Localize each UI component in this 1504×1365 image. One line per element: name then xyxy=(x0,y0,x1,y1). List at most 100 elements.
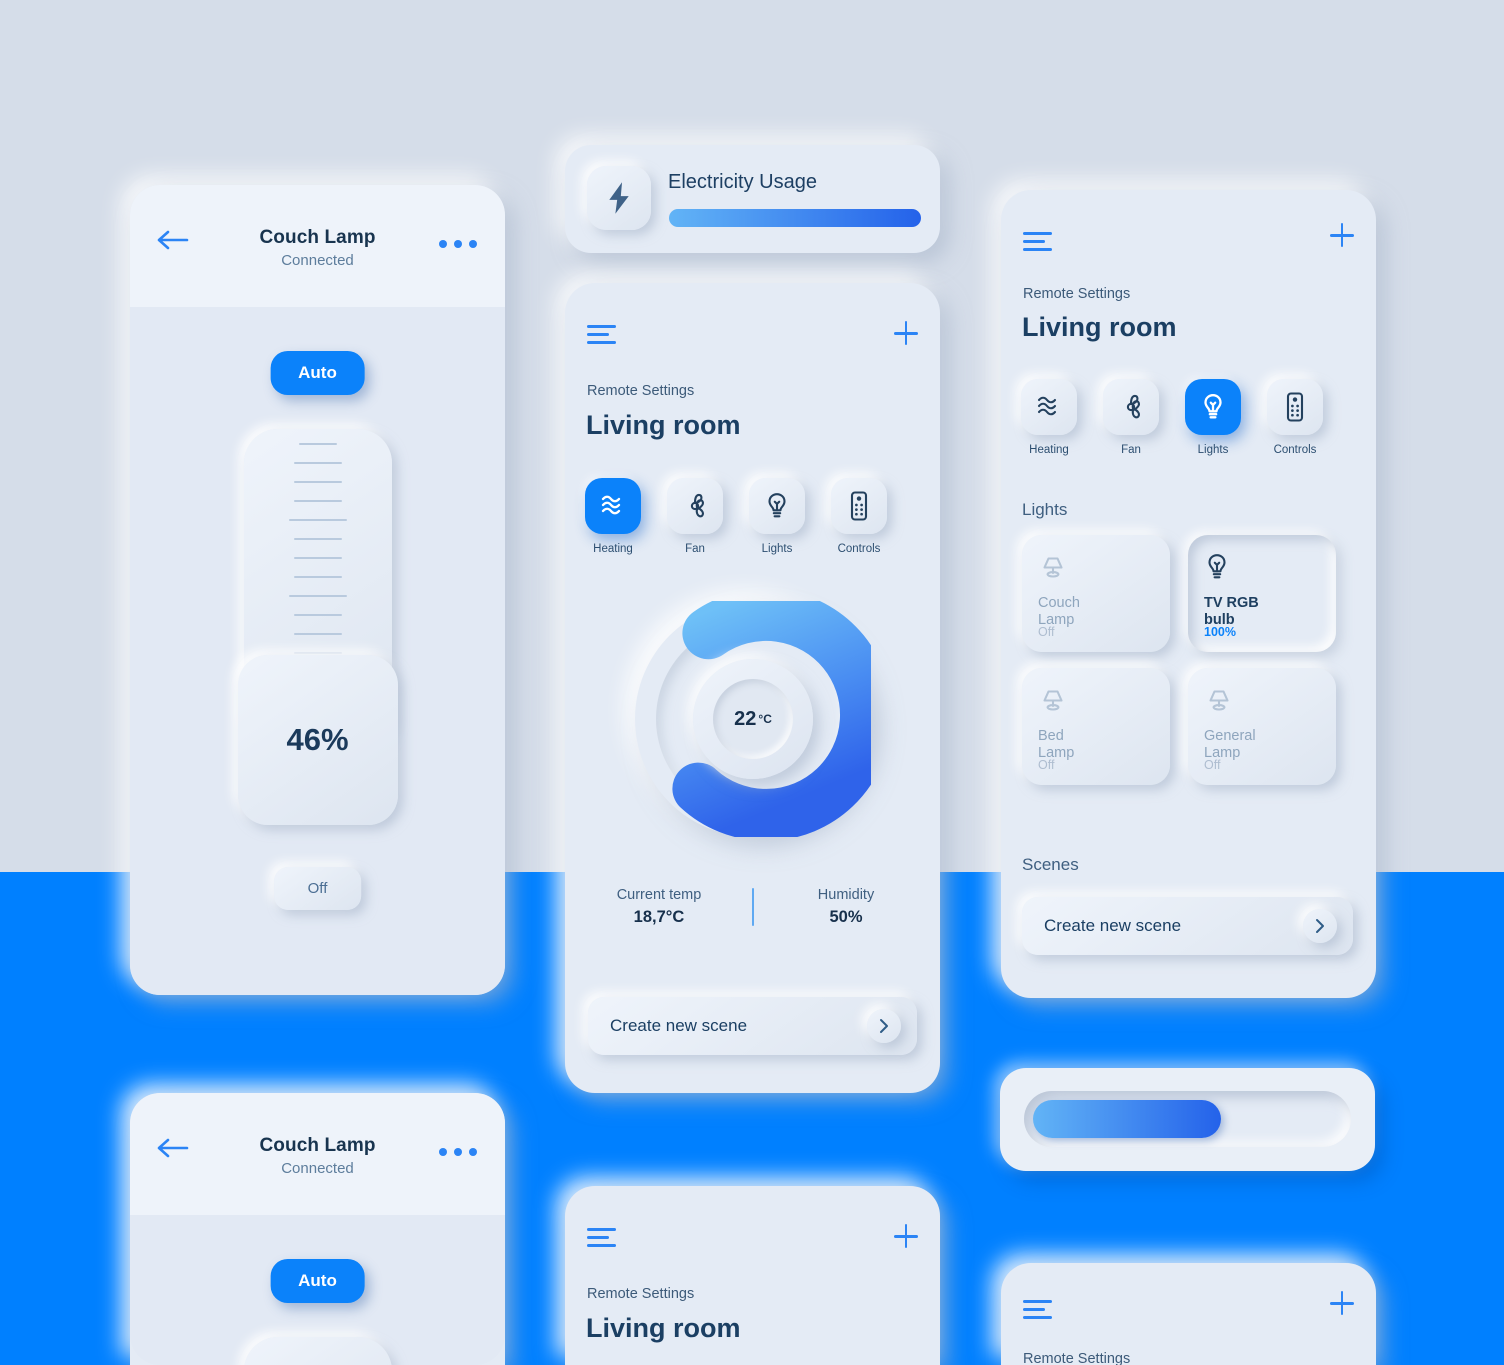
tab-label: Controls xyxy=(837,543,881,555)
lamp-icon xyxy=(1204,685,1320,720)
light-name: General Lamp xyxy=(1204,728,1256,762)
bulb-icon xyxy=(1185,379,1241,435)
living-room-panel-bottom: Remote Settings Living room xyxy=(565,1186,940,1365)
floating-slider-track[interactable] xyxy=(1024,1091,1351,1147)
light-card-bed-lamp[interactable]: Bed Lamp Off xyxy=(1022,668,1170,785)
stats-divider xyxy=(751,888,754,926)
living-room-heating-panel: Remote Settings Living room Heating Fan … xyxy=(565,283,940,1093)
breadcrumb: Remote Settings xyxy=(587,1286,695,1302)
fan-icon xyxy=(1103,379,1159,435)
couch-lamp-header-bottom: Couch Lamp Connected xyxy=(130,1093,505,1215)
tab-heating[interactable]: Heating xyxy=(1021,379,1077,456)
waves-icon xyxy=(585,478,641,534)
light-name: Couch Lamp xyxy=(1038,595,1080,629)
floating-slider-fill xyxy=(1033,1100,1221,1138)
light-card-couch-lamp[interactable]: Couch Lamp Off xyxy=(1022,535,1170,652)
plus-icon[interactable] xyxy=(1330,223,1354,247)
bulb-icon xyxy=(1204,552,1320,587)
auto-button[interactable]: Auto xyxy=(270,351,365,395)
remote-icon xyxy=(1267,379,1323,435)
tab-controls[interactable]: Controls xyxy=(831,478,887,555)
light-card-general-lamp[interactable]: General Lamp Off xyxy=(1188,668,1336,785)
create-new-scene-button[interactable]: Create new scene xyxy=(1022,897,1353,955)
breadcrumb: Remote Settings xyxy=(1023,1351,1131,1365)
brightness-value: 46% xyxy=(286,722,349,757)
plus-icon[interactable] xyxy=(894,321,918,345)
light-state: Off xyxy=(1038,625,1055,639)
dial-temperature-unit: °C xyxy=(758,712,772,726)
tab-label: Heating xyxy=(1029,444,1069,456)
create-new-scene-button[interactable]: Create new scene xyxy=(588,997,917,1055)
living-room-panel-bottom-right: Remote Settings xyxy=(1001,1263,1376,1365)
more-options-icon[interactable] xyxy=(439,1148,477,1156)
lamp-icon xyxy=(1038,552,1154,587)
category-tabs: Heating Fan Lights Controls xyxy=(1021,379,1323,456)
brightness-slider-track-bottom[interactable] xyxy=(243,1337,392,1365)
electricity-usage-card: Electricity Usage xyxy=(565,145,940,253)
hamburger-menu-icon[interactable] xyxy=(1023,232,1052,256)
tab-fan[interactable]: Fan xyxy=(667,478,723,555)
tab-label: Fan xyxy=(685,543,705,555)
tab-label: Fan xyxy=(1121,444,1141,456)
lightning-bolt-icon xyxy=(587,166,651,230)
screenshot-stage: Couch Lamp Connected Auto 46% Off Couch … xyxy=(0,0,1504,1365)
couch-lamp-body: Auto 46% Off xyxy=(130,307,505,995)
tab-label: Controls xyxy=(1273,444,1317,456)
room-stats: Current temp 18,7°C Humidity 50% xyxy=(589,887,916,927)
tab-label: Lights xyxy=(1197,444,1229,456)
create-new-scene-label: Create new scene xyxy=(1044,916,1182,935)
couch-lamp-title-block: Couch Lamp Connected xyxy=(130,227,505,269)
light-state: Off xyxy=(1204,758,1221,772)
stat-current-temp: Current temp 18,7°C xyxy=(589,887,729,927)
plus-icon[interactable] xyxy=(894,1224,918,1248)
tab-fan[interactable]: Fan xyxy=(1103,379,1159,456)
status-badge: Connected xyxy=(281,252,354,269)
temperature-dial[interactable]: 22 °C xyxy=(635,601,871,837)
couch-lamp-panel-bottom: Couch Lamp Connected Auto xyxy=(130,1093,505,1365)
tab-lights[interactable]: Lights xyxy=(1185,379,1241,456)
electricity-usage-bar xyxy=(669,209,921,227)
light-state: Off xyxy=(1038,758,1055,772)
fan-icon xyxy=(667,478,723,534)
hamburger-menu-icon[interactable] xyxy=(587,1228,616,1252)
living-room-lights-panel: Remote Settings Living room Heating Fan … xyxy=(1001,190,1376,998)
category-tabs: Heating Fan Lights Controls xyxy=(585,478,887,555)
tab-label: Heating xyxy=(593,543,633,555)
electricity-usage-title: Electricity Usage xyxy=(668,171,817,193)
stat-label: Current temp xyxy=(616,887,702,903)
light-state: 100% xyxy=(1204,625,1236,639)
tab-heating[interactable]: Heating xyxy=(585,478,641,555)
more-options-icon[interactable] xyxy=(439,240,477,248)
chevron-right-icon[interactable] xyxy=(867,1009,901,1043)
breadcrumb: Remote Settings xyxy=(1023,286,1131,302)
status-badge: Connected xyxy=(281,1160,354,1177)
floating-brightness-slider[interactable] xyxy=(1000,1068,1375,1171)
plus-icon[interactable] xyxy=(1330,1291,1354,1315)
dial-readout: 22 °C xyxy=(713,679,793,759)
tab-label: Lights xyxy=(761,543,793,555)
light-card-tv-rgb-bulb[interactable]: TV RGB bulb 100% xyxy=(1188,535,1336,652)
tab-lights[interactable]: Lights xyxy=(749,478,805,555)
stat-value: 18,7°C xyxy=(633,908,685,926)
chevron-right-icon[interactable] xyxy=(1303,909,1337,943)
scenes-section-label: Scenes xyxy=(1022,855,1079,874)
dial-temperature-value: 22 xyxy=(734,707,757,730)
breadcrumb: Remote Settings xyxy=(587,383,695,399)
hamburger-menu-icon[interactable] xyxy=(587,325,616,349)
couch-lamp-title-block-bottom: Couch Lamp Connected xyxy=(130,1135,505,1177)
light-name: Bed Lamp xyxy=(1038,728,1075,762)
auto-button[interactable]: Auto xyxy=(270,1259,365,1303)
remote-icon xyxy=(831,478,887,534)
stat-label: Humidity xyxy=(817,887,875,903)
waves-icon xyxy=(1021,379,1077,435)
page-title: Living room xyxy=(586,1313,741,1343)
bulb-icon xyxy=(749,478,805,534)
tab-controls[interactable]: Controls xyxy=(1267,379,1323,456)
off-button[interactable]: Off xyxy=(273,867,362,910)
brightness-slider-thumb[interactable]: 46% xyxy=(237,655,398,825)
page-title: Living room xyxy=(586,410,741,440)
hamburger-menu-icon[interactable] xyxy=(1023,1300,1052,1324)
page-title: Living room xyxy=(1022,312,1177,342)
couch-lamp-body-bottom: Auto xyxy=(130,1215,505,1365)
stat-humidity: Humidity 50% xyxy=(776,887,916,927)
